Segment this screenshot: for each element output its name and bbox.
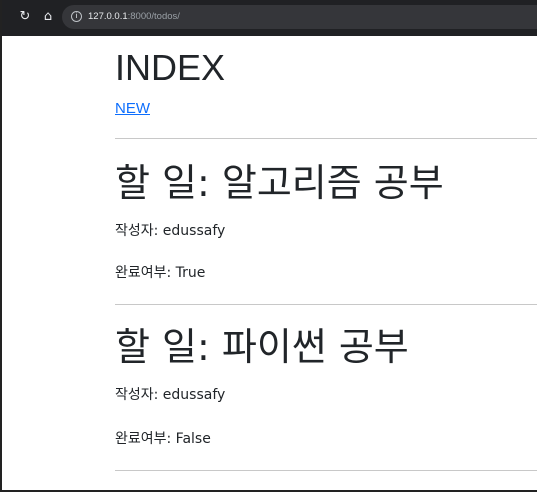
info-icon[interactable]: i — [71, 11, 82, 22]
browser-window: ↻ ⌂ i 127.0.0.1:8000/todos/ INDEX NEW 할 … — [0, 0, 537, 492]
page-title: INDEX — [115, 47, 226, 88]
browser-toolbar: ↻ ⌂ i 127.0.0.1:8000/todos/ — [2, 0, 537, 36]
reload-icon[interactable]: ↻ — [16, 8, 34, 26]
divider — [115, 304, 537, 305]
url-host: 127.0.0.1 — [88, 11, 128, 22]
divider — [115, 138, 537, 139]
divider — [115, 470, 537, 471]
todo-author: 작성자: edussafy — [115, 223, 226, 239]
todo-title: 할 일: 파이썬 공부 — [115, 325, 409, 369]
todo-title: 할 일: 알고리즘 공부 — [115, 161, 444, 205]
todo-author: 작성자: edussafy — [115, 387, 226, 403]
address-bar[interactable]: i 127.0.0.1:8000/todos/ — [62, 5, 537, 29]
todo-completed: 완료여부: True — [115, 265, 206, 281]
todo-completed: 완료여부: False — [115, 431, 211, 447]
new-todo-link[interactable]: NEW — [115, 100, 150, 118]
home-icon[interactable]: ⌂ — [39, 8, 57, 26]
url-path: :8000/todos/ — [127, 11, 180, 22]
